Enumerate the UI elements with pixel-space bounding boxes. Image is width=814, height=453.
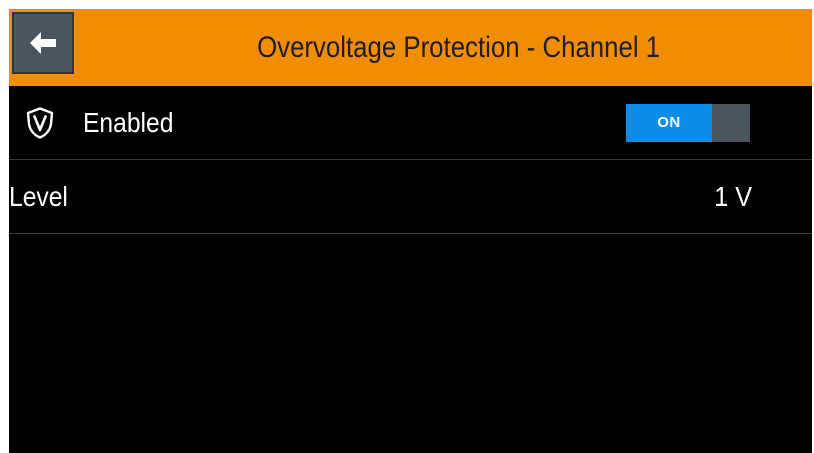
header-bar: Overvoltage Protection - Channel 1 bbox=[9, 9, 812, 86]
toggle-on-label: ON bbox=[626, 104, 712, 142]
enabled-toggle[interactable]: ON bbox=[626, 104, 750, 142]
page-title: Overvoltage Protection - Channel 1 bbox=[257, 31, 661, 64]
app-screen: Overvoltage Protection - Channel 1 Enabl… bbox=[9, 9, 812, 453]
level-value[interactable]: 1 V bbox=[714, 160, 752, 234]
toggle-knob bbox=[712, 104, 750, 142]
level-row[interactable]: Level 1 V bbox=[9, 160, 812, 234]
arrow-left-icon bbox=[30, 32, 56, 54]
enabled-row: Enabled ON bbox=[9, 86, 812, 160]
enabled-label: Enabled bbox=[83, 107, 174, 138]
shield-v-icon bbox=[26, 107, 54, 139]
back-button[interactable] bbox=[12, 12, 74, 74]
level-label: Level bbox=[9, 181, 68, 212]
